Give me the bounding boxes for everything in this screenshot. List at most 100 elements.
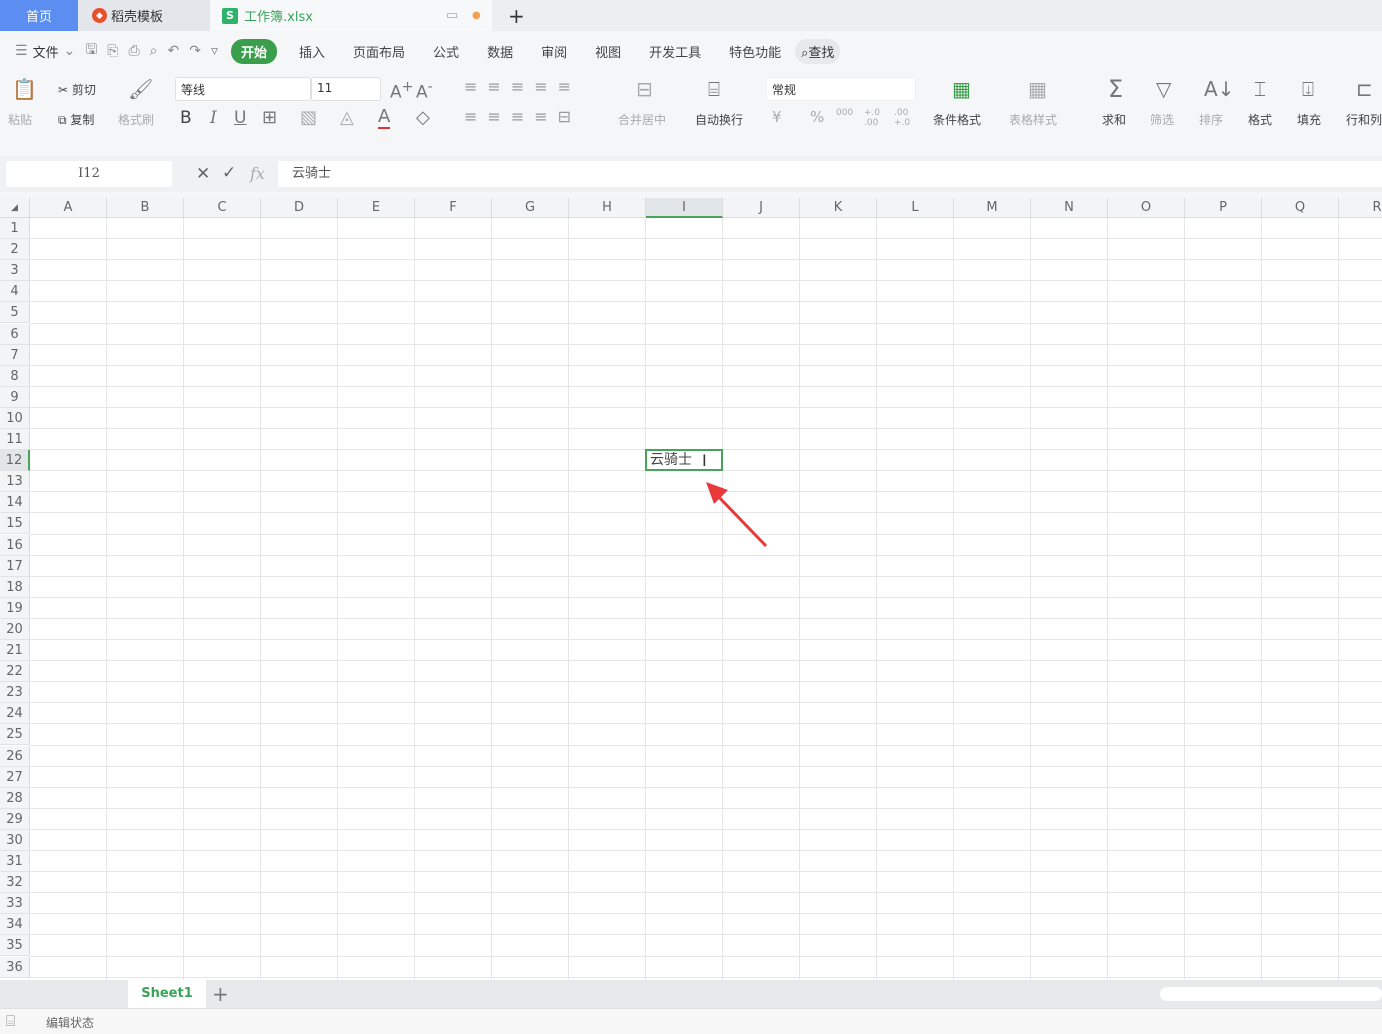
redo-icon[interactable]: ↷ <box>189 43 201 59</box>
row-header-25[interactable]: 25 <box>0 724 30 746</box>
row-header-27[interactable]: 27 <box>0 766 30 788</box>
format-painter-button[interactable]: 格式刷 <box>118 111 154 128</box>
tab-workbook[interactable]: S 工作簿.xlsx ▭ ● <box>210 0 492 31</box>
row-header-31[interactable]: 31 <box>0 851 30 873</box>
column-header-L[interactable]: L <box>877 198 954 218</box>
fill-color-icon[interactable]: ◬ <box>340 107 354 128</box>
menu-review[interactable]: 审阅 <box>527 42 581 61</box>
column-header-R[interactable]: R <box>1339 198 1382 218</box>
file-menu[interactable]: 文件 <box>33 42 59 61</box>
row-header-13[interactable]: 13 <box>0 471 30 493</box>
row-header-8[interactable]: 8 <box>0 365 30 387</box>
export-icon[interactable]: ⎘ <box>107 43 118 59</box>
column-header-K[interactable]: K <box>800 198 877 218</box>
row-header-15[interactable]: 15 <box>0 513 30 535</box>
menu-page-layout[interactable]: 页面布局 <box>339 42 419 61</box>
conditional-format-button[interactable]: 条件格式 <box>933 111 981 128</box>
font-color-icon[interactable]: A <box>378 106 391 129</box>
underline-button[interactable]: U <box>234 108 246 128</box>
name-box[interactable]: I12 <box>6 161 172 187</box>
row-col-button[interactable]: 行和列 <box>1346 111 1382 128</box>
column-header-Q[interactable]: Q <box>1262 198 1339 218</box>
print-preview-icon[interactable]: ⌕ <box>150 43 158 59</box>
row-header-20[interactable]: 20 <box>0 618 30 640</box>
row-header-4[interactable]: 4 <box>0 281 30 303</box>
decrease-decimal-button[interactable]: .00 +.0 <box>894 108 912 128</box>
menu-formulas[interactable]: 公式 <box>419 42 473 61</box>
menu-view[interactable]: 视图 <box>581 42 635 61</box>
wrap-text-icon[interactable]: ⌸ <box>708 77 720 101</box>
row-header-21[interactable]: 21 <box>0 640 30 662</box>
border-icon[interactable]: ⊞ <box>262 107 277 128</box>
print-icon[interactable]: ⎙ <box>128 43 139 59</box>
increase-decimal-button[interactable]: +.0 .00 <box>864 108 882 128</box>
row-header-2[interactable]: 2 <box>0 239 30 261</box>
row-header-18[interactable]: 18 <box>0 576 30 598</box>
column-header-J[interactable]: J <box>723 198 800 218</box>
menu-special[interactable]: 特色功能 <box>715 42 795 61</box>
font-size-select[interactable]: 11 <box>311 77 381 101</box>
column-header-E[interactable]: E <box>338 198 415 218</box>
italic-button[interactable]: I <box>210 108 217 128</box>
sheet-tab-sheet1[interactable]: Sheet1 <box>128 980 206 1008</box>
column-header-A[interactable]: A <box>30 198 107 218</box>
row-header-22[interactable]: 22 <box>0 661 30 683</box>
horizontal-scrollbar[interactable] <box>1160 987 1382 1001</box>
row-header-19[interactable]: 19 <box>0 597 30 619</box>
cell-style-icon[interactable]: ▧ <box>300 107 317 128</box>
row-header-17[interactable]: 17 <box>0 555 30 577</box>
table-style-icon[interactable]: ▦ <box>1028 77 1047 101</box>
sort-button[interactable]: 排序 <box>1199 111 1223 128</box>
column-header-O[interactable]: O <box>1108 198 1185 218</box>
row-header-32[interactable]: 32 <box>0 872 30 894</box>
vertical-align-icons[interactable]: ≡≡≡≡≡ <box>464 77 581 96</box>
column-header-B[interactable]: B <box>107 198 184 218</box>
function-icon[interactable]: fx <box>250 164 265 183</box>
screen-icon[interactable]: ▭ <box>446 8 458 23</box>
column-header-F[interactable]: F <box>415 198 492 218</box>
menu-start[interactable]: 开始 <box>231 38 278 64</box>
copy-button[interactable]: ⧉ 复制 <box>58 111 94 128</box>
row-header-30[interactable]: 30 <box>0 829 30 851</box>
fill-icon[interactable]: ⍗ <box>1302 77 1314 101</box>
filter-icon[interactable]: ▽ <box>1156 77 1171 101</box>
merge-icon[interactable]: ⊟ <box>636 77 653 101</box>
row-header-3[interactable]: 3 <box>0 260 30 282</box>
confirm-icon[interactable]: ✓ <box>222 163 236 183</box>
spreadsheet-grid[interactable]: A B C D E F G H I J K L M N O P Q R ◢ 1 2 3 4 5 6 7 8 9 10 11 12 13 14 15… <box>0 198 1382 980</box>
format-painter-icon[interactable]: 🖌 <box>128 77 153 101</box>
menu-developer[interactable]: 开发工具 <box>635 42 715 61</box>
row-header-11[interactable]: 11 <box>0 429 30 451</box>
sum-button[interactable]: 求和 <box>1102 111 1126 128</box>
row-header-7[interactable]: 7 <box>0 344 30 366</box>
font-name-select[interactable]: 等线 <box>175 77 311 101</box>
clear-icon[interactable]: ◇ <box>416 107 430 128</box>
row-header-33[interactable]: 33 <box>0 893 30 915</box>
row-header-24[interactable]: 24 <box>0 703 30 725</box>
column-header-D[interactable]: D <box>261 198 338 218</box>
search-button[interactable]: ⌕查找 <box>795 38 841 64</box>
row-header-34[interactable]: 34 <box>0 914 30 936</box>
column-header-P[interactable]: P <box>1185 198 1262 218</box>
row-header-9[interactable]: 9 <box>0 386 30 408</box>
column-header-H[interactable]: H <box>569 198 646 218</box>
format-button[interactable]: 格式 <box>1248 111 1272 128</box>
row-header-29[interactable]: 29 <box>0 808 30 830</box>
row-header-10[interactable]: 10 <box>0 407 30 429</box>
row-header-14[interactable]: 14 <box>0 492 30 514</box>
row-header-6[interactable]: 6 <box>0 323 30 345</box>
format-icon[interactable]: ⌶ <box>1254 77 1266 101</box>
sort-icon[interactable]: A↓ <box>1204 77 1234 101</box>
row-header-12[interactable]: 12 <box>0 450 30 472</box>
sum-icon[interactable]: Σ <box>1108 75 1123 103</box>
formula-input[interactable]: 云骑士 <box>278 161 1382 187</box>
thousands-button[interactable]: 000 <box>836 108 853 118</box>
cancel-icon[interactable]: ✕ <box>196 164 210 184</box>
select-all-corner[interactable]: ◢ <box>0 198 30 218</box>
number-format-select[interactable]: 常规 <box>766 77 916 101</box>
undo-icon[interactable]: ↶ <box>168 43 180 59</box>
row-header-23[interactable]: 23 <box>0 682 30 704</box>
fill-button[interactable]: 填充 <box>1297 111 1321 128</box>
row-header-5[interactable]: 5 <box>0 302 30 324</box>
wrap-text-button[interactable]: 自动换行 <box>695 111 743 128</box>
